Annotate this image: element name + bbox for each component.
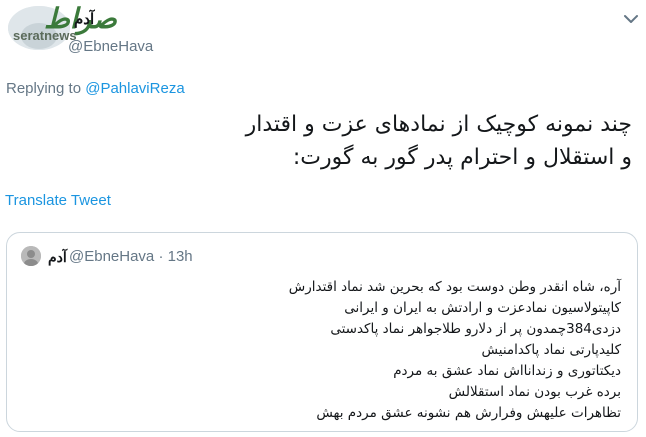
quoted-avatar-image bbox=[21, 246, 41, 266]
quoted-line: برده غرب بودن نماد استقلالش bbox=[448, 384, 621, 400]
quoted-line: کاپیتولاسیون نمادعزت و ارادتش به ایران و… bbox=[344, 300, 621, 316]
translate-tweet-link[interactable]: Translate Tweet bbox=[5, 192, 111, 209]
quoted-line: دزدی384چمدون پر از دلارو طلاجواهر نماد پ… bbox=[330, 321, 621, 337]
quoted-tweet[interactable]: آدم @EbneHava · 13h آره، شاه انقدر وطن د… bbox=[6, 232, 638, 432]
chevron-down-icon[interactable] bbox=[622, 10, 640, 28]
quoted-handle-time: @EbneHava · 13h bbox=[69, 248, 193, 265]
quoted-text: آره، شاه انقدر وطن دوست بود که بحرین شد … bbox=[21, 277, 621, 424]
user-handle[interactable]: @EbneHava bbox=[68, 38, 153, 55]
tweet-text-line: چند نمونه کوچیک از نمادهای عزت و اقتدار bbox=[245, 112, 632, 137]
mention-link[interactable]: @PahlaviReza bbox=[85, 80, 184, 97]
quoted-line: دیکتاتوری و زندانااش نماد عشق به مردم bbox=[393, 363, 621, 379]
tweet-text-line: و استقلال و احترام پدر گور به گورت: bbox=[292, 145, 632, 170]
quoted-line: تظاهرات علیهش وفرارش هم نشونه عشق مردم ب… bbox=[316, 405, 621, 421]
quoted-avatar bbox=[21, 246, 41, 266]
replying-to-line: Replying to @PahlaviReza bbox=[6, 80, 185, 97]
quoted-line: کلیدپارتی نماد پاکدامنیش bbox=[481, 342, 621, 358]
quoted-display-name: آدم bbox=[48, 249, 67, 265]
tweet-text: چند نمونه کوچیک از نمادهای عزت و اقتدار … bbox=[32, 108, 632, 174]
display-name[interactable]: آدم bbox=[74, 10, 94, 28]
replying-to-label: Replying to bbox=[6, 80, 82, 97]
quoted-line: آره، شاه انقدر وطن دوست بود که بحرین شد … bbox=[288, 279, 621, 295]
